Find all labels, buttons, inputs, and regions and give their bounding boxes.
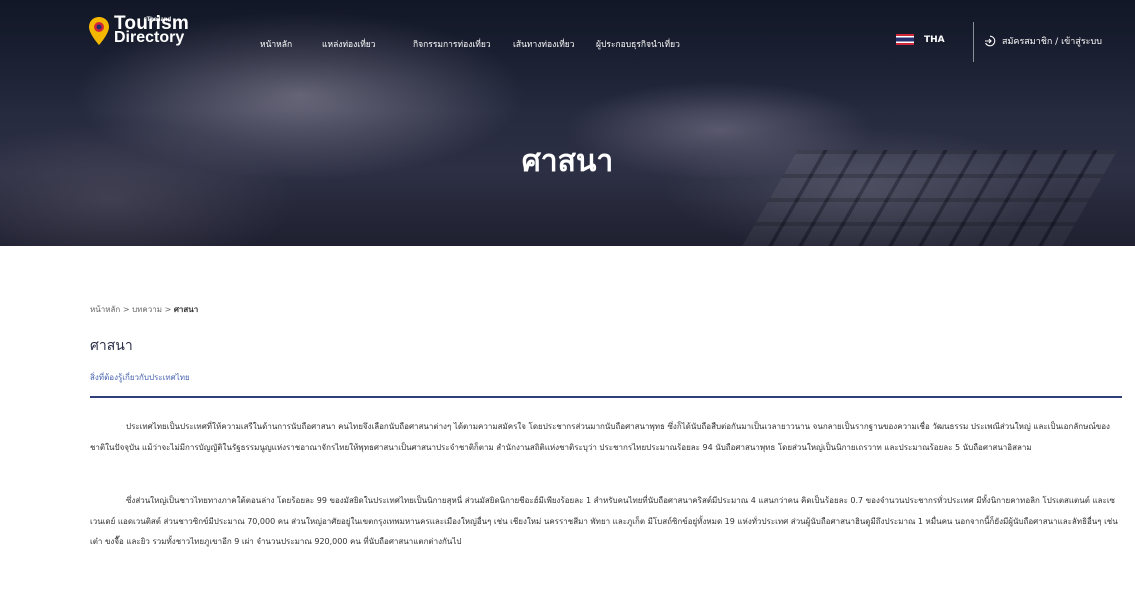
- login-icon: [985, 35, 996, 47]
- hero-title: ศาสนา: [521, 144, 614, 179]
- article-paragraph: ประเทศไทยเป็นประเทศที่ให้ความเสรีในด้านก…: [90, 422, 1110, 452]
- breadcrumb-home[interactable]: หน้าหลัก: [90, 305, 120, 314]
- login-button[interactable]: สมัครสมาชิก / เข้าสู่ระบบ: [984, 34, 1102, 48]
- login-label: สมัครสมาชิก / เข้าสู่ระบบ: [1002, 37, 1102, 47]
- page-subtitle[interactable]: สิ่งที่ต้องรู้เกี่ยวกับประเทศไทย: [90, 371, 190, 384]
- nav-item-home[interactable]: หน้าหลัก: [260, 37, 292, 51]
- nav-item-routes[interactable]: เส้นทางท่องเที่ยว: [513, 37, 575, 51]
- page-title: ศาสนา: [90, 338, 133, 354]
- flag-icon: [896, 34, 914, 45]
- nav-item-attractions[interactable]: แหล่งท่องเที่ยว: [322, 37, 376, 51]
- article-paragraph: ซึ่งส่วนใหญ่เป็นชาวไทยทางภาคใต้ตอนล่าง โ…: [90, 496, 1118, 546]
- nav-item-operators[interactable]: ผู้ประกอบธุรกิจนำเที่ยว: [596, 37, 680, 51]
- breadcrumb-separator: >: [164, 305, 172, 314]
- logo[interactable]: ᵒThailand Tourism Directory: [88, 14, 189, 46]
- language-selector[interactable]: THA: [896, 34, 945, 45]
- breadcrumb: หน้าหลัก > บทความ > ศาสนา: [90, 303, 198, 316]
- breadcrumb-current: ศาสนา: [173, 305, 199, 314]
- location-pin-icon: [89, 17, 109, 45]
- breadcrumb-separator: >: [122, 305, 130, 314]
- logo-badge: ᵒThailand: [144, 17, 172, 23]
- title-divider: [90, 396, 1122, 398]
- header-divider: [973, 22, 974, 62]
- breadcrumb-articles[interactable]: บทความ: [132, 305, 162, 314]
- logo-line2: Directory: [114, 29, 185, 46]
- language-label: THA: [924, 34, 945, 45]
- nav-item-activities[interactable]: กิจกรรมการท่องเที่ยว: [413, 37, 491, 51]
